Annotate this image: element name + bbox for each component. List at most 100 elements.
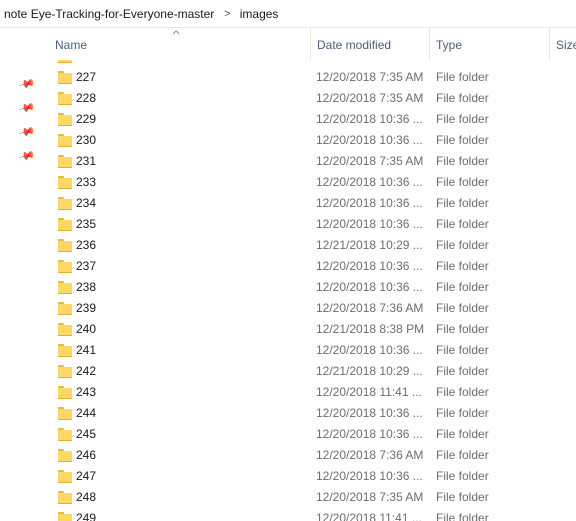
folder-icon	[58, 302, 72, 315]
file-name: 242	[76, 364, 97, 378]
pin-icon[interactable]: 📌	[18, 100, 36, 117]
file-name: 228	[76, 91, 97, 105]
file-row[interactable]: 246 12/20/2018 7:36 AM File folder	[48, 445, 576, 466]
file-row[interactable]: 245 12/20/2018 10:36 ... File folder	[48, 424, 576, 445]
folder-icon	[58, 323, 72, 336]
file-name: 227	[76, 70, 97, 84]
file-type: File folder	[436, 469, 489, 483]
folder-icon	[58, 428, 72, 441]
file-row[interactable]: 240 12/21/2018 8:38 PM File folder	[48, 319, 576, 340]
column-header-name[interactable]: Name	[55, 28, 309, 60]
folder-icon	[58, 470, 72, 483]
folder-icon	[58, 449, 72, 462]
file-type: File folder	[436, 448, 489, 462]
folder-icon	[58, 92, 72, 105]
file-row[interactable]: 231 12/20/2018 7:35 AM File folder	[48, 151, 576, 172]
file-row[interactable]: 239 12/20/2018 7:36 AM File folder	[48, 298, 576, 319]
file-name: 235	[76, 217, 97, 231]
column-header-row: ^ Name Date modified Type Size	[48, 28, 576, 60]
pin-icon[interactable]: 📌	[18, 76, 36, 93]
file-name: 234	[76, 196, 97, 210]
file-date-modified: 12/20/2018 7:35 AM	[316, 70, 424, 84]
file-type: File folder	[436, 343, 489, 357]
file-type: File folder	[436, 217, 489, 231]
file-date-modified: 12/20/2018 10:36 ...	[316, 280, 423, 294]
file-type: File folder	[436, 91, 489, 105]
file-row[interactable]: 230 12/20/2018 10:36 ... File folder	[48, 130, 576, 151]
file-type: File folder	[436, 70, 489, 84]
file-name: 237	[76, 259, 97, 273]
file-name: 239	[76, 301, 97, 315]
column-header-type[interactable]: Type	[429, 28, 549, 60]
file-type: File folder	[436, 238, 489, 252]
file-date-modified: 12/20/2018 7:35 AM	[316, 91, 424, 105]
file-name: 231	[76, 154, 97, 168]
file-date-modified: 12/20/2018 10:36 ...	[316, 112, 423, 126]
chevron-right-icon[interactable]: >	[216, 8, 237, 20]
file-name: 247	[76, 469, 97, 483]
file-name: 230	[76, 133, 97, 147]
file-date-modified: 12/20/2018 7:35 AM	[316, 490, 424, 504]
file-name: 246	[76, 448, 97, 462]
file-row[interactable]: 228 12/20/2018 7:35 AM File folder	[48, 88, 576, 109]
file-row[interactable]: 249 12/20/2018 11:41 ... File folder	[48, 508, 576, 521]
file-row[interactable]: 238 12/20/2018 10:36 ... File folder	[48, 277, 576, 298]
file-date-modified: 12/21/2018 10:29 ...	[316, 238, 423, 252]
file-type: File folder	[436, 196, 489, 210]
file-date-modified: 12/20/2018 10:36 ...	[316, 259, 423, 273]
file-name: 245	[76, 427, 97, 441]
folder-icon	[58, 113, 72, 126]
file-row[interactable]: 242 12/21/2018 10:29 ... File folder	[48, 361, 576, 382]
file-row[interactable]: 243 12/20/2018 11:41 ... File folder	[48, 382, 576, 403]
file-row[interactable]: 247 12/20/2018 10:36 ... File folder	[48, 466, 576, 487]
file-date-modified: 12/20/2018 7:36 AM	[316, 448, 424, 462]
folder-icon	[58, 155, 72, 168]
file-date-modified: 12/20/2018 10:36 ...	[316, 133, 423, 147]
breadcrumb-parent-folder[interactable]: note Eye-Tracking-for-Everyone-master	[2, 7, 216, 21]
file-date-modified: 12/21/2018 10:29 ...	[316, 364, 423, 378]
file-rows: 22612/20/2018 11:41 ...File folder22712/…	[48, 46, 576, 521]
file-name: 249	[76, 511, 97, 521]
folder-icon	[58, 197, 72, 210]
address-bar[interactable]: note Eye-Tracking-for-Everyone-master > …	[0, 0, 576, 28]
file-date-modified: 12/20/2018 10:36 ...	[316, 469, 423, 483]
file-row[interactable]: 229 12/20/2018 10:36 ... File folder	[48, 109, 576, 130]
file-name: 238	[76, 280, 97, 294]
file-list[interactable]: 22612/20/2018 11:41 ...File folder22712/…	[48, 28, 576, 521]
pin-icon[interactable]: 📌	[18, 148, 36, 165]
file-date-modified: 12/21/2018 8:38 PM	[316, 322, 425, 336]
file-type: File folder	[436, 301, 489, 315]
file-type: File folder	[436, 490, 489, 504]
folder-icon	[58, 176, 72, 189]
file-type: File folder	[436, 175, 489, 189]
file-row[interactable]: 235 12/20/2018 10:36 ... File folder	[48, 214, 576, 235]
file-type: File folder	[436, 364, 489, 378]
file-name: 244	[76, 406, 97, 420]
file-row[interactable]: 248 12/20/2018 7:35 AM File folder	[48, 487, 576, 508]
folder-icon	[58, 407, 72, 420]
file-type: File folder	[436, 511, 489, 521]
folder-icon	[58, 134, 72, 147]
folder-icon	[58, 365, 72, 378]
file-name: 243	[76, 385, 97, 399]
file-row[interactable]: 234 12/20/2018 10:36 ... File folder	[48, 193, 576, 214]
file-date-modified: 12/20/2018 11:41 ...	[316, 385, 422, 399]
quick-access-pane: 📌 📌 📌 📌	[0, 28, 48, 521]
breadcrumb-current-folder[interactable]: images	[238, 7, 281, 21]
file-date-modified: 12/20/2018 10:36 ...	[316, 217, 423, 231]
file-type: File folder	[436, 322, 489, 336]
file-row[interactable]: 233 12/20/2018 10:36 ... File folder	[48, 172, 576, 193]
file-row[interactable]: 227 12/20/2018 7:35 AM File folder	[48, 67, 576, 88]
file-row[interactable]: 244 12/20/2018 10:36 ... File folder	[48, 403, 576, 424]
pin-icon[interactable]: 📌	[18, 124, 36, 141]
file-type: File folder	[436, 259, 489, 273]
file-date-modified: 12/20/2018 7:35 AM	[316, 154, 424, 168]
file-name: 233	[76, 175, 97, 189]
folder-icon	[58, 71, 72, 84]
file-row[interactable]: 237 12/20/2018 10:36 ... File folder	[48, 256, 576, 277]
folder-icon	[58, 491, 72, 504]
file-row[interactable]: 236 12/21/2018 10:29 ... File folder	[48, 235, 576, 256]
file-row[interactable]: 241 12/20/2018 10:36 ... File folder	[48, 340, 576, 361]
column-header-size[interactable]: Size	[549, 28, 576, 60]
column-header-date-modified[interactable]: Date modified	[310, 28, 428, 60]
